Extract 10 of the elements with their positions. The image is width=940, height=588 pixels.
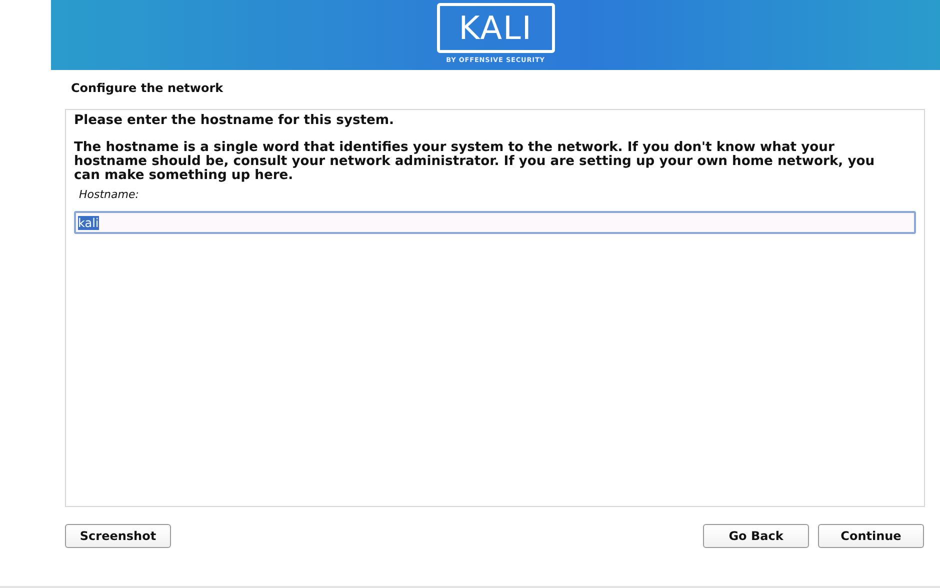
hostname-field[interactable]: kali [74,211,916,234]
field-value: kali [78,216,99,230]
back-button[interactable]: Go Back [703,524,809,548]
logo-frame: KALI [436,3,554,53]
prompt-text: Please enter the hostname for this system. [74,114,396,128]
page-title: Configure the network [71,81,224,95]
continue-button[interactable]: Continue [818,524,924,548]
description-text: The hostname is a single word that identifies your system to the network. If you don't know what your hostname should be, consult your network administrator. If you are setting up your own home network, you can make something up here. [74,141,876,183]
field-label: Hostname: [79,188,140,202]
screenshot-button[interactable]: Screenshot [65,524,171,548]
